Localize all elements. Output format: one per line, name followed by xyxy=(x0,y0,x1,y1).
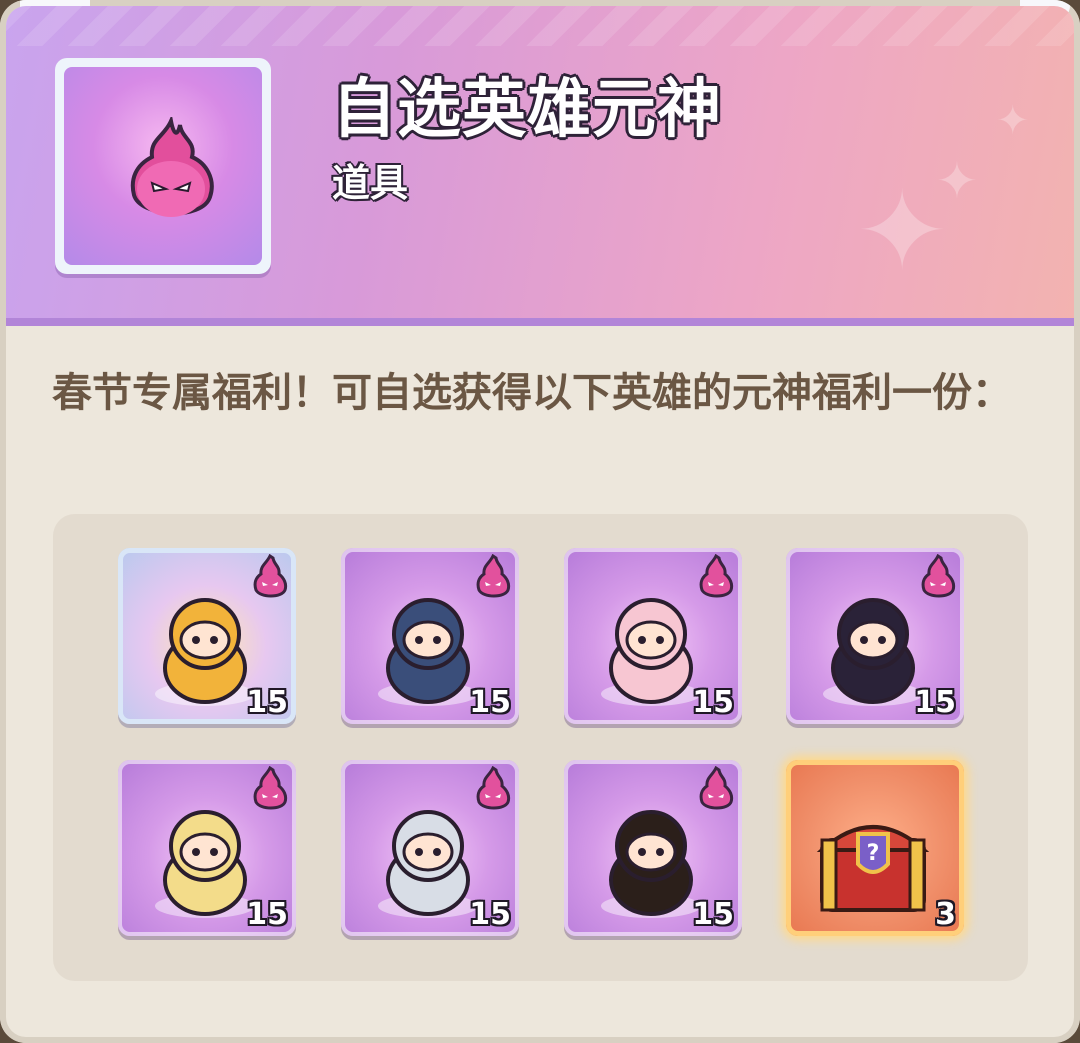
reward-item[interactable]: 15 xyxy=(786,548,964,724)
pink-fire-spirit-icon xyxy=(130,117,214,217)
spirit-badge-icon xyxy=(476,554,511,598)
reward-count: 15 xyxy=(469,685,511,720)
spirit-badge-icon xyxy=(699,766,734,810)
item-icon-frame xyxy=(55,58,271,274)
spirit-badge-icon xyxy=(253,766,288,810)
spirit-badge-icon xyxy=(699,554,734,598)
header-divider xyxy=(6,318,1074,326)
reward-count: 15 xyxy=(246,685,288,720)
sparkle-icon: ✦ xyxy=(996,98,1030,144)
reward-count: 15 xyxy=(914,685,956,720)
item-type: 道具 xyxy=(332,161,409,205)
sparkle-icon: ✦ xyxy=(856,167,949,295)
reward-item[interactable]: 15 xyxy=(118,760,296,936)
reward-item[interactable]: ? 3 xyxy=(786,760,964,936)
item-detail-panel: ✦ ✦ ✦ 自选英雄元神 道具 春节专属福利！可自选获得以下英雄的元神福利一份：… xyxy=(0,0,1080,1043)
reward-item[interactable]: 15 xyxy=(564,548,742,724)
reward-item[interactable]: 15 xyxy=(341,548,519,724)
svg-text:?: ? xyxy=(867,841,880,866)
reward-count: 15 xyxy=(692,897,734,932)
reward-count: 3 xyxy=(935,897,956,932)
reward-count: 15 xyxy=(469,897,511,932)
reward-count: 15 xyxy=(692,685,734,720)
spirit-badge-icon xyxy=(253,554,288,598)
reward-count: 15 xyxy=(246,897,288,932)
reward-item[interactable]: 15 xyxy=(564,760,742,936)
item-description: 春节专属福利！可自选获得以下英雄的元神福利一份： xyxy=(52,370,1012,416)
spirit-badge-icon xyxy=(921,554,956,598)
reward-item[interactable]: 15 xyxy=(118,548,296,724)
reward-item[interactable]: 15 xyxy=(341,760,519,936)
spirit-badge-icon xyxy=(476,766,511,810)
item-icon-background xyxy=(64,67,262,265)
mystery-chest-icon: ? xyxy=(816,825,930,912)
item-title: 自选英雄元神 xyxy=(332,73,722,147)
sparkle-icon: ✦ xyxy=(936,152,978,210)
